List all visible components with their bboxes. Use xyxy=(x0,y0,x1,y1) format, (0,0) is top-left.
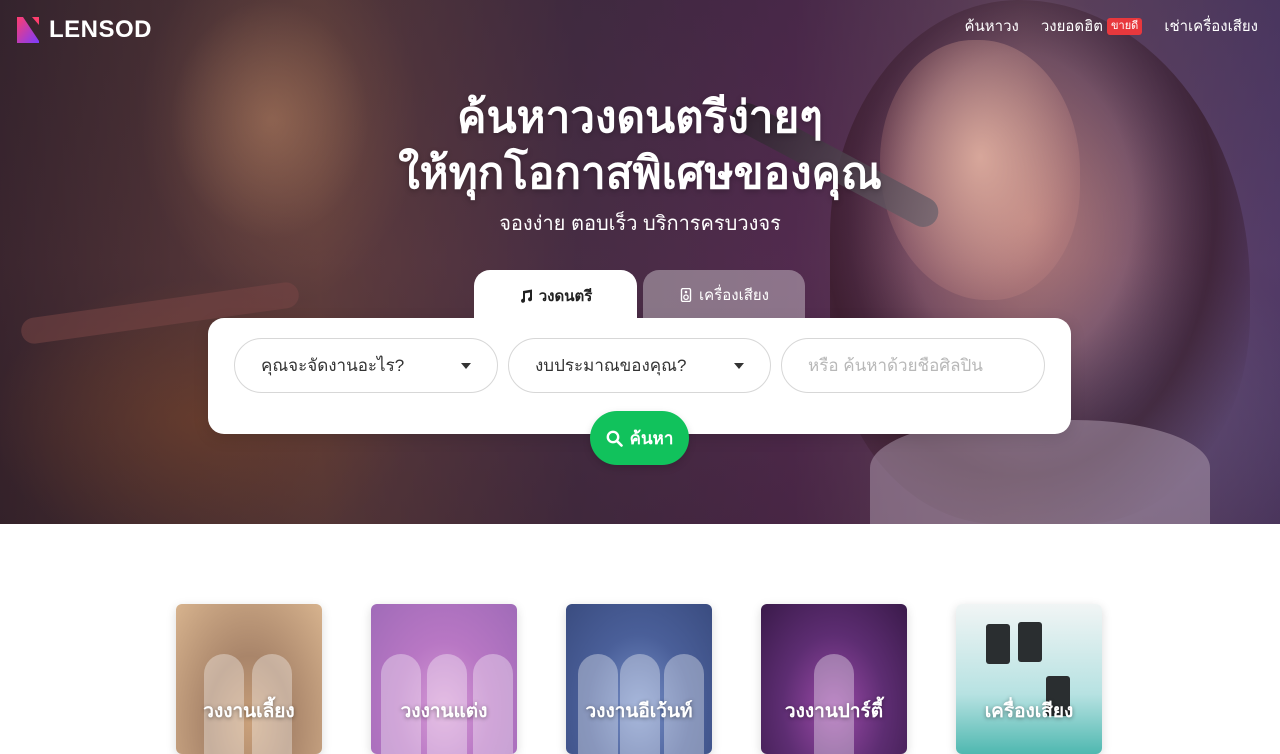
top-navigation: ค้นหาวง วงยอดฮิต ขายดี เช่าเครื่องเสียง xyxy=(964,14,1258,38)
speaker-icon xyxy=(680,288,692,302)
artist-search-input[interactable] xyxy=(808,355,1018,376)
nav-rent-sound[interactable]: เช่าเครื่องเสียง xyxy=(1164,14,1258,38)
chevron-down-icon xyxy=(734,362,744,369)
nav-find-band-label: ค้นหาวง xyxy=(964,18,1019,35)
search-button-label: ค้นหา xyxy=(629,428,674,448)
category-label: เครื่องเสียง xyxy=(984,701,1074,722)
speaker-icon xyxy=(1018,622,1042,662)
category-card-party[interactable]: วงงานเลี้ยง xyxy=(176,604,322,754)
category-card-wedding[interactable]: วงงานแต่ง xyxy=(371,604,517,754)
brand-logo[interactable]: LENSOD xyxy=(15,15,152,45)
category-card-party-dj[interactable]: วงงานปาร์ตี้ xyxy=(761,604,907,754)
logo-icon xyxy=(15,15,41,45)
category-label: วงงานเลี้ยง xyxy=(203,701,295,722)
chevron-down-icon xyxy=(461,362,471,369)
hero-title: ค้นหาวงดนตรีง่ายๆ ให้ทุกโอกาสพิเศษของคุณ xyxy=(0,90,1280,202)
event-type-value: คุณจะจัดงานอะไร? xyxy=(261,356,405,375)
tab-sound-equipment[interactable]: เครื่องเสียง xyxy=(643,270,805,320)
hero-title-line-2: ให้ทุกโอกาสพิเศษของคุณ xyxy=(398,149,882,198)
category-label: วงงานอีเว้นท์ xyxy=(585,701,693,722)
hero-title-line-1: ค้นหาวงดนตรีง่ายๆ xyxy=(457,93,823,142)
tab-sound-equipment-label: เครื่องเสียง xyxy=(699,287,769,304)
category-label: วงงานปาร์ตี้ xyxy=(784,701,884,722)
hero-subtitle: จองง่าย ตอบเร็ว บริการครบวงจร xyxy=(499,213,781,235)
brand-name: LENSOD xyxy=(49,16,153,43)
category-list: วงงานเลี้ยง วงงานแต่ง วงงานอีเว้นท์ วงงา… xyxy=(176,604,1102,754)
nav-popular-bands-label: วงยอดฮิต xyxy=(1040,18,1104,35)
category-card-event[interactable]: วงงานอีเว้นท์ xyxy=(566,604,712,754)
budget-value: งบประมาณของคุณ? xyxy=(535,356,687,375)
hero-headline: ค้นหาวงดนตรีง่ายๆ ให้ทุกโอกาสพิเศษของคุณ… xyxy=(0,90,1280,236)
category-card-sound-equipment[interactable]: เครื่องเสียง xyxy=(956,604,1102,754)
category-label: วงงานแต่ง xyxy=(400,701,488,722)
tab-bands-label: วงดนตรี xyxy=(538,288,593,305)
hero-background-photo xyxy=(870,420,1210,524)
nav-popular-bands[interactable]: วงยอดฮิต ขายดี xyxy=(1040,14,1143,38)
speaker-icon xyxy=(986,624,1010,664)
music-note-icon xyxy=(520,289,532,303)
nav-rent-sound-label: เช่าเครื่องเสียง xyxy=(1164,18,1258,35)
artist-search-field xyxy=(781,338,1045,393)
event-type-select[interactable]: คุณจะจัดงานอะไร? xyxy=(234,338,498,393)
tab-bands[interactable]: วงดนตรี xyxy=(474,270,637,322)
search-button[interactable]: ค้นหา xyxy=(590,411,689,465)
budget-select[interactable]: งบประมาณของคุณ? xyxy=(508,338,771,393)
nav-find-band[interactable]: ค้นหาวง xyxy=(964,14,1018,38)
bestseller-badge: ขายดี xyxy=(1107,17,1143,35)
search-tabs: วงดนตรี เครื่องเสียง xyxy=(474,270,805,322)
search-icon xyxy=(606,430,623,447)
